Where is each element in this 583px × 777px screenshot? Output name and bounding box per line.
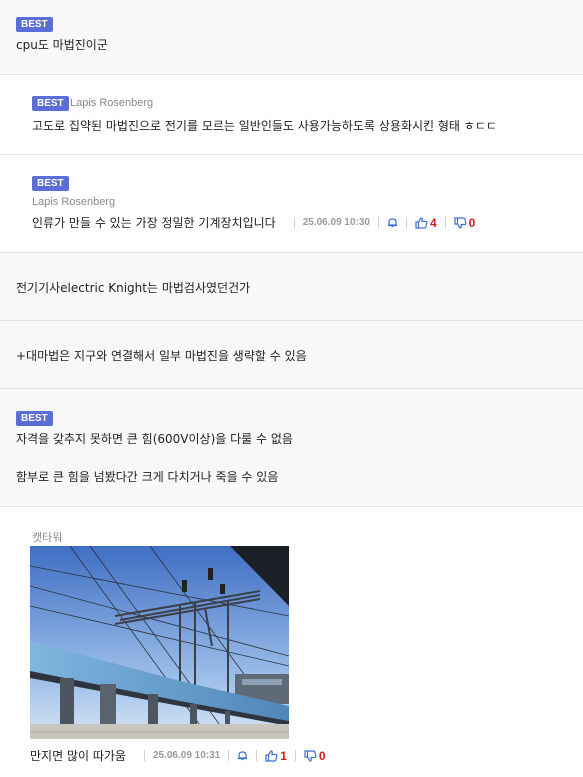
comment-text: 인류가 만들 수 있는 가장 정밀한 기계장치입니다 — [32, 216, 276, 230]
divider — [256, 750, 258, 761]
attached-photo[interactable] — [30, 546, 289, 739]
comment-text-line-2: 함부로 큰 힘을 넘봤다간 크게 다치거나 죽을 수 있음 — [16, 470, 279, 484]
comment-7: 캣타워 만지면 많이 따가움 25.06.09 10:31 1 0 — [0, 507, 583, 777]
comment-5: +대마법은 지구와 연결해서 일부 마법진을 생략할 수 있음 — [0, 321, 583, 389]
comment-text: 만지면 많이 따가움 — [30, 749, 126, 763]
comment-author[interactable]: 캣타워 — [32, 529, 62, 545]
dislike-count: 0 — [468, 215, 476, 230]
comment-4: 전기기사electric Knight는 마법검사였던건가 — [0, 253, 583, 321]
comment-text: 고도로 집약된 마법진으로 전기를 모르는 일반인들도 사용가능하도록 상용화시… — [32, 119, 497, 133]
comment-6: BEST 자격을 갖추지 못하면 큰 힘(600V이상)을 다룰 수 없음 함부… — [0, 389, 583, 507]
comment-date: 25.06.09 10:30 — [302, 217, 370, 228]
dislike-count: 0 — [318, 748, 326, 763]
thumbs-down-icon[interactable] — [454, 216, 467, 229]
best-badge: BEST — [16, 17, 53, 32]
comment-text: 전기기사electric Knight는 마법검사였던건가 — [16, 281, 251, 295]
divider — [444, 217, 446, 228]
comment-2: BEST Lapis Rosenberg 고도로 집약된 마법진으로 전기를 모… — [0, 75, 583, 155]
thumbs-up-icon[interactable] — [415, 216, 428, 229]
comment-text: cpu도 마법진이군 — [16, 38, 108, 52]
best-badge: BEST — [16, 411, 53, 426]
bell-icon[interactable] — [387, 217, 398, 228]
comment-text: +대마법은 지구와 연결해서 일부 마법진을 생략할 수 있음 — [16, 349, 307, 363]
best-badge: BEST — [32, 176, 69, 191]
comment-1: BEST cpu도 마법진이군 — [0, 0, 583, 75]
comment-author[interactable]: Lapis Rosenberg — [70, 97, 153, 109]
comment-author[interactable]: Lapis Rosenberg — [32, 196, 115, 208]
thumbs-up-icon[interactable] — [265, 749, 278, 762]
comment-date: 25.06.09 10:31 — [152, 750, 221, 761]
divider — [143, 750, 145, 761]
like-count: 4 — [429, 215, 437, 230]
comment-text-line-1: 자격을 갖추지 못하면 큰 힘(600V이상)을 다룰 수 없음 — [16, 432, 293, 446]
best-badge: BEST — [32, 96, 69, 111]
comment-3: BEST Lapis Rosenberg 인류가 만들 수 있는 가장 정밀한 … — [0, 155, 583, 253]
thumbs-down-icon[interactable] — [304, 749, 317, 762]
bell-icon[interactable] — [237, 750, 248, 761]
like-count: 1 — [280, 748, 287, 763]
divider — [293, 217, 295, 228]
divider — [405, 217, 407, 228]
divider — [377, 217, 379, 228]
divider — [294, 750, 296, 761]
divider — [228, 750, 230, 761]
